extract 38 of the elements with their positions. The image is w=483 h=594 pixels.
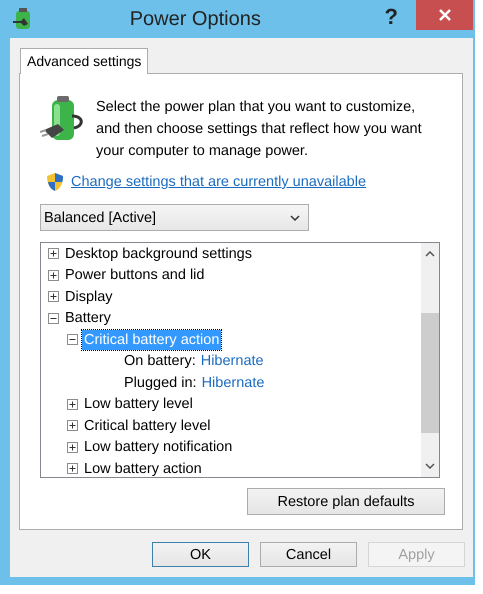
scrollbar[interactable] <box>421 243 439 477</box>
close-button[interactable] <box>416 0 473 30</box>
help-button[interactable]: ? <box>384 4 398 30</box>
setting-label: On battery: <box>124 353 196 370</box>
expand-icon[interactable] <box>67 398 78 410</box>
tab[interactable]: Advanced settings <box>20 48 148 74</box>
expand-icon[interactable] <box>67 442 78 453</box>
tree-item[interactable]: Display <box>63 286 115 307</box>
tree-item[interactable]: Low battery level <box>82 394 195 414</box>
close-icon[interactable] <box>438 9 450 21</box>
tree-item[interactable]: Desktop background settings <box>63 244 254 264</box>
setting-label: Plugged in: <box>124 374 197 391</box>
expand-icon[interactable] <box>67 463 78 474</box>
expand-icon[interactable] <box>48 248 59 260</box>
expand-icon[interactable] <box>48 270 59 281</box>
expand-icon[interactable] <box>48 291 59 302</box>
plan-dropdown[interactable]: Balanced [Active] <box>40 204 309 231</box>
window-title: Power Options <box>128 8 262 30</box>
chevron-down-icon <box>290 214 300 220</box>
dialog-button[interactable]: Cancel <box>260 542 357 567</box>
chevron-down-icon[interactable] <box>425 463 435 469</box>
tree-item[interactable]: Power buttons and lid <box>63 265 206 286</box>
shield-icon <box>46 172 64 192</box>
change-settings-link[interactable]: Change settings that are currently unavailable <box>71 174 366 190</box>
chevron-up-icon[interactable] <box>425 251 435 257</box>
collapse-icon[interactable] <box>67 334 78 346</box>
restore-defaults-button[interactable]: Restore plan defaults <box>247 488 445 515</box>
collapse-icon[interactable] <box>48 312 59 324</box>
setting-value[interactable]: Hibernate <box>202 374 264 391</box>
setting-value[interactable]: Hibernate <box>200 353 264 370</box>
tree-item[interactable]: Battery <box>63 308 113 328</box>
scrollbar-thumb[interactable] <box>421 313 439 433</box>
tree-item[interactable]: Critical battery level <box>82 416 213 436</box>
expand-icon[interactable] <box>67 420 78 432</box>
tree-item[interactable]: Low battery notification <box>82 437 234 458</box>
description: Select the power plan that you want to customize, and then choose settings that reflect how you want your computer to manage power. <box>96 98 423 161</box>
dialog-button[interactable]: OK <box>152 542 249 567</box>
tree-item[interactable]: Low battery action <box>82 458 204 477</box>
